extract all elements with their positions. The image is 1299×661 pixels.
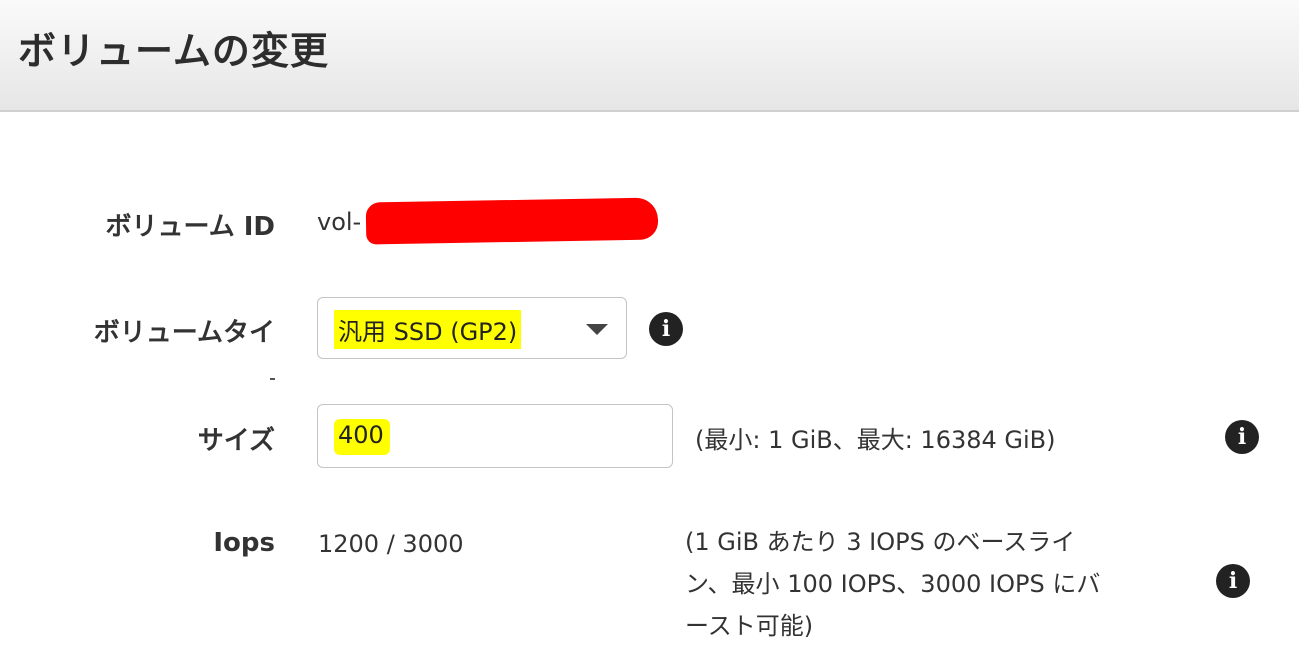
volume-type-label: ボリュームタイ — [93, 318, 275, 348]
info-icon[interactable]: i — [1216, 564, 1250, 598]
dialog-title: ボリュームの変更 — [18, 29, 329, 73]
iops-label: Iops — [213, 528, 275, 558]
volume-id-value: vol- — [317, 208, 362, 236]
iops-hint-line-2: ン、最小 100 IOPS、3000 IOPS にバ — [685, 570, 1101, 598]
info-icon[interactable]: i — [649, 312, 683, 346]
size-label: サイズ — [197, 426, 275, 456]
modify-volume-dialog: ボリュームの変更 ボリューム ID vol- ボリュームタイ 汎用 SSD (G… — [0, 0, 1299, 661]
redaction-mark — [365, 197, 659, 245]
size-input[interactable]: 400 — [317, 404, 673, 468]
iops-hint-line-1: (1 GiB あたり 3 IOPS のベースライ — [685, 528, 1076, 556]
volume-type-selected-value: 汎用 SSD (GP2) — [334, 310, 522, 349]
dialog-header: ボリュームの変更 — [0, 0, 1299, 112]
size-input-value: 400 — [334, 419, 390, 455]
iops-value: 1200 / 3000 — [318, 530, 464, 558]
volume-id-label: ボリューム ID — [105, 212, 275, 242]
info-icon[interactable]: i — [1225, 420, 1259, 454]
iops-hint-line-3: ースト可能) — [685, 612, 814, 640]
volume-type-select[interactable]: 汎用 SSD (GP2) — [317, 297, 627, 359]
label-overflow-dash — [270, 378, 275, 380]
chevron-down-icon — [586, 324, 608, 335]
size-hint: (最小: 1 GiB、最大: 16384 GiB) — [695, 426, 1056, 454]
